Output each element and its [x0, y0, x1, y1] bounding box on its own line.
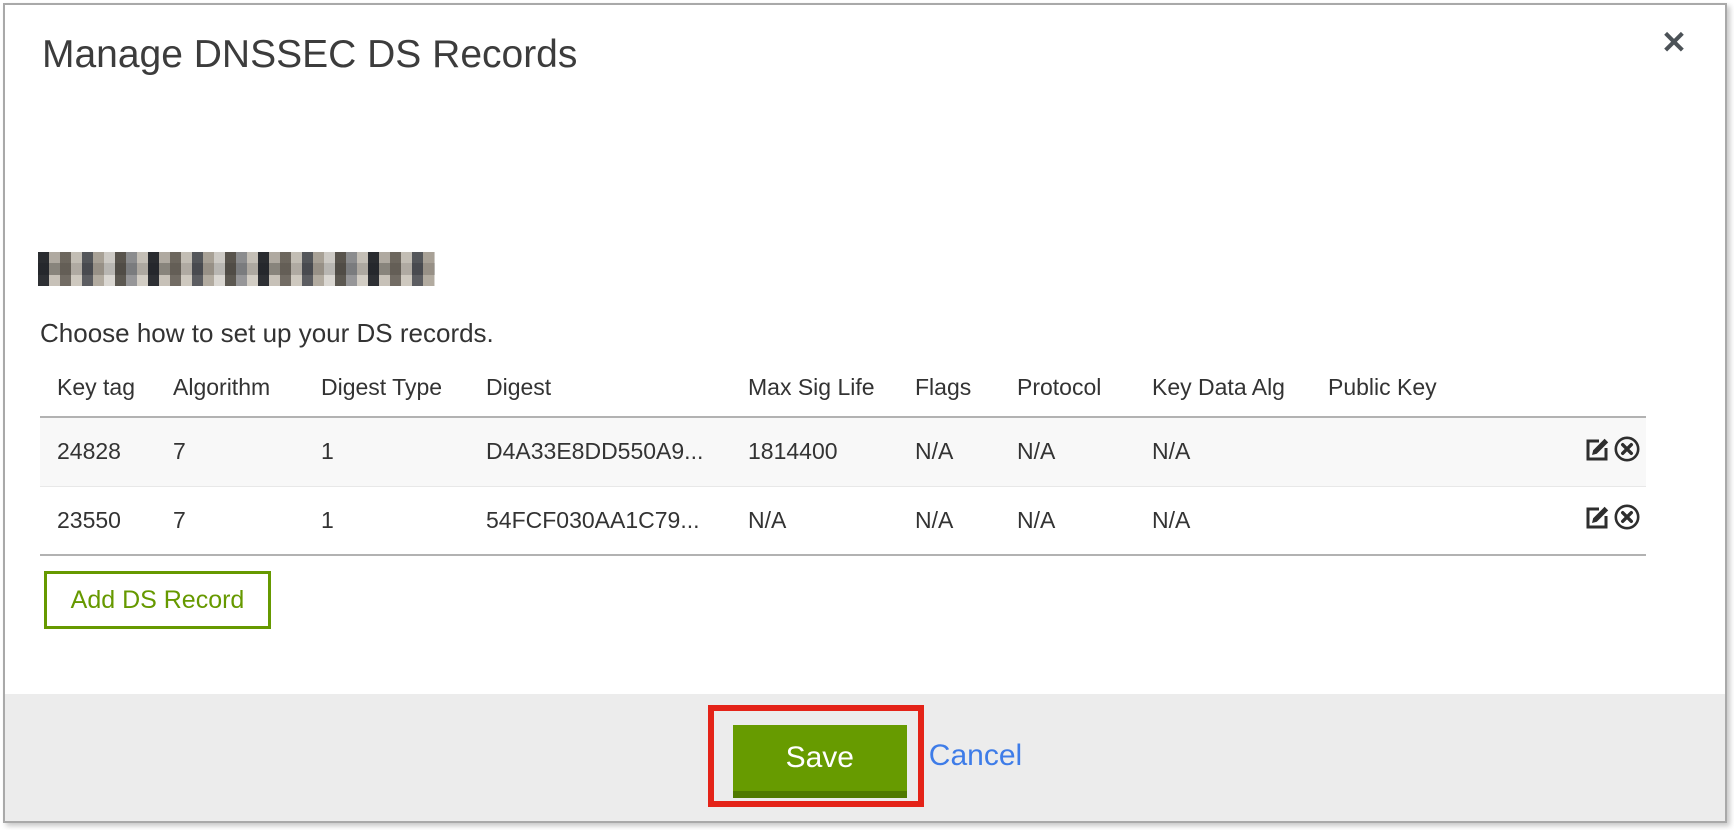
cell-digest: 54FCF030AA1C79... — [486, 486, 748, 555]
edit-icon[interactable] — [1585, 436, 1611, 468]
cell-flags: N/A — [915, 417, 1017, 486]
table-row: 23550 7 1 54FCF030AA1C79... N/A N/A N/A … — [40, 486, 1646, 555]
column-header-algorithm: Algorithm — [173, 367, 321, 417]
save-button[interactable]: Save — [733, 725, 907, 798]
cell-max-sig-life: N/A — [748, 486, 915, 555]
row-actions — [1478, 486, 1646, 555]
redacted-domain-name — [38, 252, 435, 286]
cell-public-key — [1328, 417, 1478, 486]
table-header-row: Key tag Algorithm Digest Type Digest Max… — [40, 367, 1646, 417]
cell-max-sig-life: 1814400 — [748, 417, 915, 486]
red-annotation-box: Save — [708, 705, 924, 807]
column-header-key-data-alg: Key Data Alg — [1152, 367, 1328, 417]
column-header-public-key: Public Key — [1328, 367, 1478, 417]
cell-key-tag: 23550 — [40, 486, 173, 555]
footer-controls: Save Cancel — [5, 705, 1725, 807]
ds-records-table: Key tag Algorithm Digest Type Digest Max… — [40, 367, 1646, 556]
edit-icon[interactable] — [1585, 504, 1611, 536]
cell-flags: N/A — [915, 486, 1017, 555]
cell-protocol: N/A — [1017, 417, 1152, 486]
instruction-text: Choose how to set up your DS records. — [40, 318, 494, 349]
column-header-actions — [1478, 367, 1646, 417]
cell-digest-type: 1 — [321, 417, 486, 486]
cell-key-tag: 24828 — [40, 417, 173, 486]
column-header-digest-type: Digest Type — [321, 367, 486, 417]
cell-digest: D4A33E8DD550A9... — [486, 417, 748, 486]
cell-algorithm: 7 — [173, 486, 321, 555]
column-header-digest: Digest — [486, 367, 748, 417]
cell-algorithm: 7 — [173, 417, 321, 486]
cancel-link[interactable]: Cancel — [929, 739, 1022, 773]
close-icon[interactable]: ✕ — [1661, 27, 1687, 58]
add-ds-record-button[interactable]: Add DS Record — [44, 571, 271, 629]
delete-icon[interactable] — [1614, 504, 1640, 536]
cell-key-data-alg: N/A — [1152, 417, 1328, 486]
column-header-max-sig-life: Max Sig Life — [748, 367, 915, 417]
dialog-footer: Save Cancel — [5, 694, 1725, 821]
column-header-flags: Flags — [915, 367, 1017, 417]
cell-key-data-alg: N/A — [1152, 486, 1328, 555]
row-actions — [1478, 417, 1646, 486]
table-row: 24828 7 1 D4A33E8DD550A9... 1814400 N/A … — [40, 417, 1646, 486]
column-header-key-tag: Key tag — [40, 367, 173, 417]
cell-public-key — [1328, 486, 1478, 555]
dnssec-ds-records-dialog: Manage DNSSEC DS Records ✕ Choose how to… — [3, 3, 1727, 823]
column-header-protocol: Protocol — [1017, 367, 1152, 417]
dialog-title: Manage DNSSEC DS Records — [42, 33, 577, 77]
cell-protocol: N/A — [1017, 486, 1152, 555]
cell-digest-type: 1 — [321, 486, 486, 555]
delete-icon[interactable] — [1614, 436, 1640, 468]
